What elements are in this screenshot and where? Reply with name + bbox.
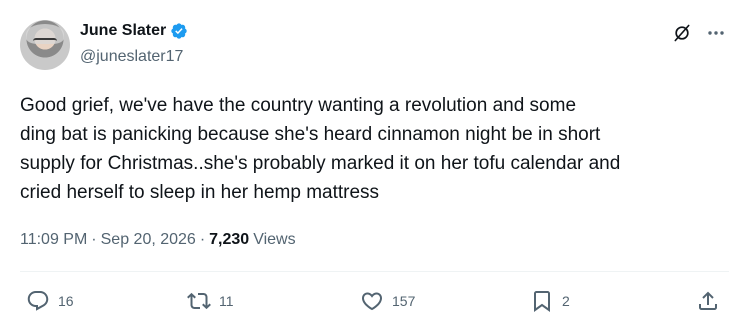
author-name[interactable]: June Slater xyxy=(80,22,166,40)
grok-button[interactable] xyxy=(671,22,693,44)
tweet-time[interactable]: 11:09 PM xyxy=(20,231,87,249)
more-icon xyxy=(708,31,724,35)
views-count[interactable]: 7,230 xyxy=(209,231,249,249)
reply-icon xyxy=(27,291,49,311)
action-bar: 16 11 157 2 xyxy=(0,289,749,319)
author-handle[interactable]: @juneslater17 xyxy=(80,48,183,66)
retweet-icon xyxy=(187,292,211,310)
share-button[interactable] xyxy=(696,289,720,313)
bookmark-button[interactable]: 2 xyxy=(530,289,570,313)
bookmark-icon xyxy=(534,291,550,312)
reply-count: 16 xyxy=(58,293,74,309)
grok-icon xyxy=(674,24,690,42)
tweet-card: June Slater @juneslater17 Good grief, we… xyxy=(0,0,749,335)
like-button[interactable]: 157 xyxy=(360,289,415,313)
tweet-meta: 11:09 PM · Sep 20, 2026 · 7,230 Views xyxy=(20,231,296,249)
like-count: 157 xyxy=(392,293,416,309)
divider xyxy=(20,271,729,272)
share-icon xyxy=(699,291,717,310)
retweet-count: 11 xyxy=(219,293,234,309)
retweet-button[interactable]: 11 xyxy=(187,289,234,313)
avatar[interactable] xyxy=(20,20,70,70)
reply-button[interactable]: 16 xyxy=(26,289,74,313)
bookmark-count: 2 xyxy=(562,293,570,309)
views-label: Views xyxy=(253,231,296,248)
verified-badge-icon[interactable] xyxy=(170,22,188,40)
tweet-date[interactable]: Sep 20, 2026 xyxy=(101,231,196,249)
heart-icon xyxy=(361,292,383,311)
avatar-glasses xyxy=(33,38,57,44)
author-name-row: June Slater xyxy=(80,22,188,40)
meta-separator: · xyxy=(199,231,206,248)
meta-separator: · xyxy=(91,231,97,248)
tweet-text: Good grief, we've have the country wanti… xyxy=(20,95,621,203)
more-options-button[interactable] xyxy=(703,22,729,44)
